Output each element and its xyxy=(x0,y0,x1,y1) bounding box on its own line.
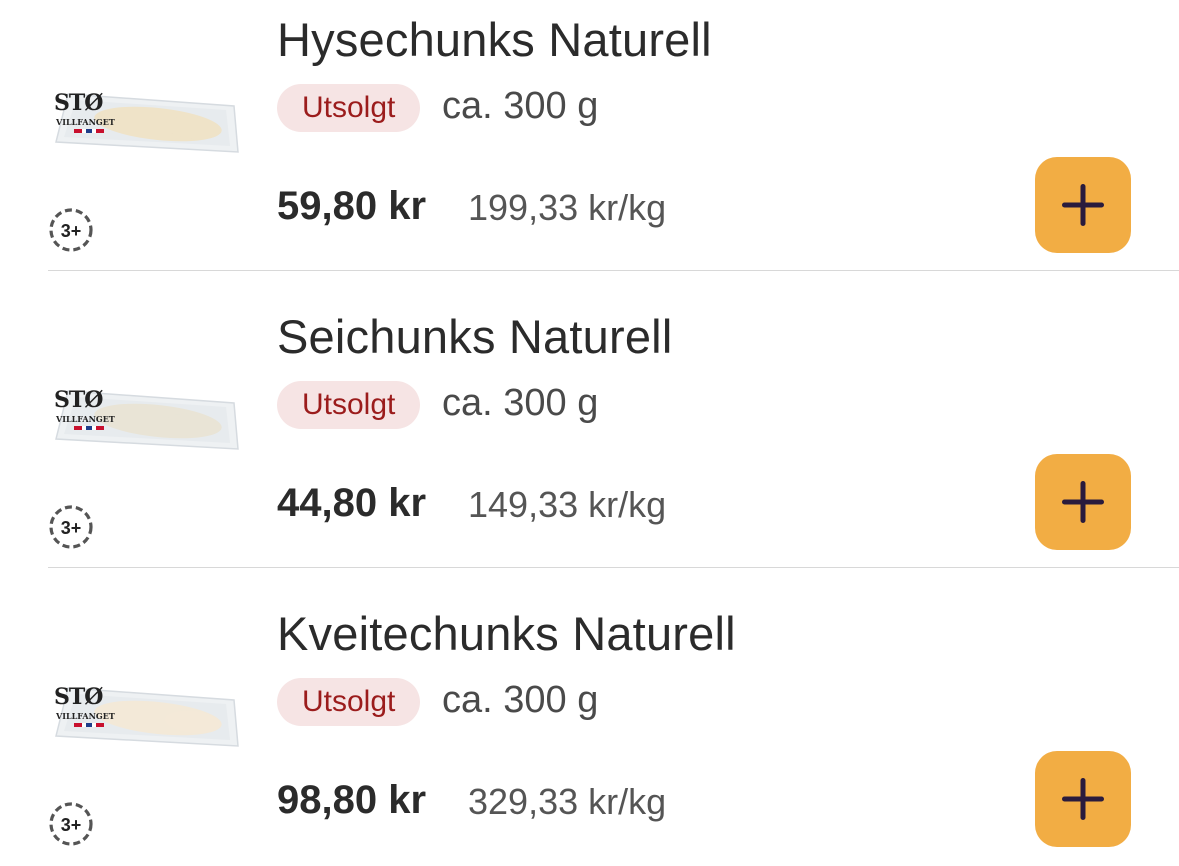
svg-text:STØ: STØ xyxy=(54,684,103,710)
product-weight: ca. 300 g xyxy=(442,85,599,127)
plus-icon xyxy=(1062,778,1104,820)
svg-text:VILLFANGET: VILLFANGET xyxy=(55,711,115,721)
plus-icon xyxy=(1062,184,1104,226)
svg-text:VILLFANGET: VILLFANGET xyxy=(55,117,115,127)
status-badge: Utsolgt xyxy=(277,678,421,726)
row-divider xyxy=(48,270,1179,271)
product-row[interactable]: STØ VILLFANGET 3+ Hysechunks Naturell Ut… xyxy=(0,0,1179,297)
status-badge: Utsolgt xyxy=(277,381,421,429)
product-image[interactable]: STØ VILLFANGET xyxy=(48,379,240,461)
product-name[interactable]: Kveitechunks Naturell xyxy=(277,606,736,662)
status-badge: Utsolgt xyxy=(277,84,421,132)
product-row[interactable]: STØ VILLFANGET 3+ Seichunks Naturell Uts… xyxy=(0,297,1179,594)
age-badge-icon: 3+ xyxy=(48,801,94,847)
row-divider xyxy=(48,567,1179,568)
svg-text:STØ: STØ xyxy=(54,387,103,413)
svg-text:VILLFANGET: VILLFANGET xyxy=(55,414,115,424)
product-price: 44,80 kr xyxy=(277,481,427,525)
plus-icon xyxy=(1062,481,1104,523)
add-to-cart-button[interactable] xyxy=(1035,454,1131,550)
unit-price: 199,33 kr/kg xyxy=(468,187,667,228)
unit-price: 329,33 kr/kg xyxy=(468,781,667,822)
svg-text:3+: 3+ xyxy=(61,518,82,538)
svg-text:STØ: STØ xyxy=(54,90,103,116)
add-to-cart-button[interactable] xyxy=(1035,157,1131,253)
svg-text:3+: 3+ xyxy=(61,221,82,241)
product-row[interactable]: STØ VILLFANGET 3+ Kveitechunks Naturell … xyxy=(0,594,1179,866)
product-image[interactable]: STØ VILLFANGET xyxy=(48,82,240,164)
age-badge-icon: 3+ xyxy=(48,504,94,550)
age-badge-icon: 3+ xyxy=(48,207,94,253)
product-price: 59,80 kr xyxy=(277,184,427,228)
product-price: 98,80 kr xyxy=(277,778,427,822)
unit-price: 149,33 kr/kg xyxy=(468,484,667,525)
product-name[interactable]: Hysechunks Naturell xyxy=(277,12,712,68)
product-weight: ca. 300 g xyxy=(442,382,599,424)
product-image[interactable]: STØ VILLFANGET xyxy=(48,676,240,758)
add-to-cart-button[interactable] xyxy=(1035,751,1131,847)
svg-text:3+: 3+ xyxy=(61,815,82,835)
product-list: STØ VILLFANGET 3+ Hysechunks Naturell Ut… xyxy=(0,0,1179,866)
product-weight: ca. 300 g xyxy=(442,679,599,721)
product-name[interactable]: Seichunks Naturell xyxy=(277,309,672,365)
